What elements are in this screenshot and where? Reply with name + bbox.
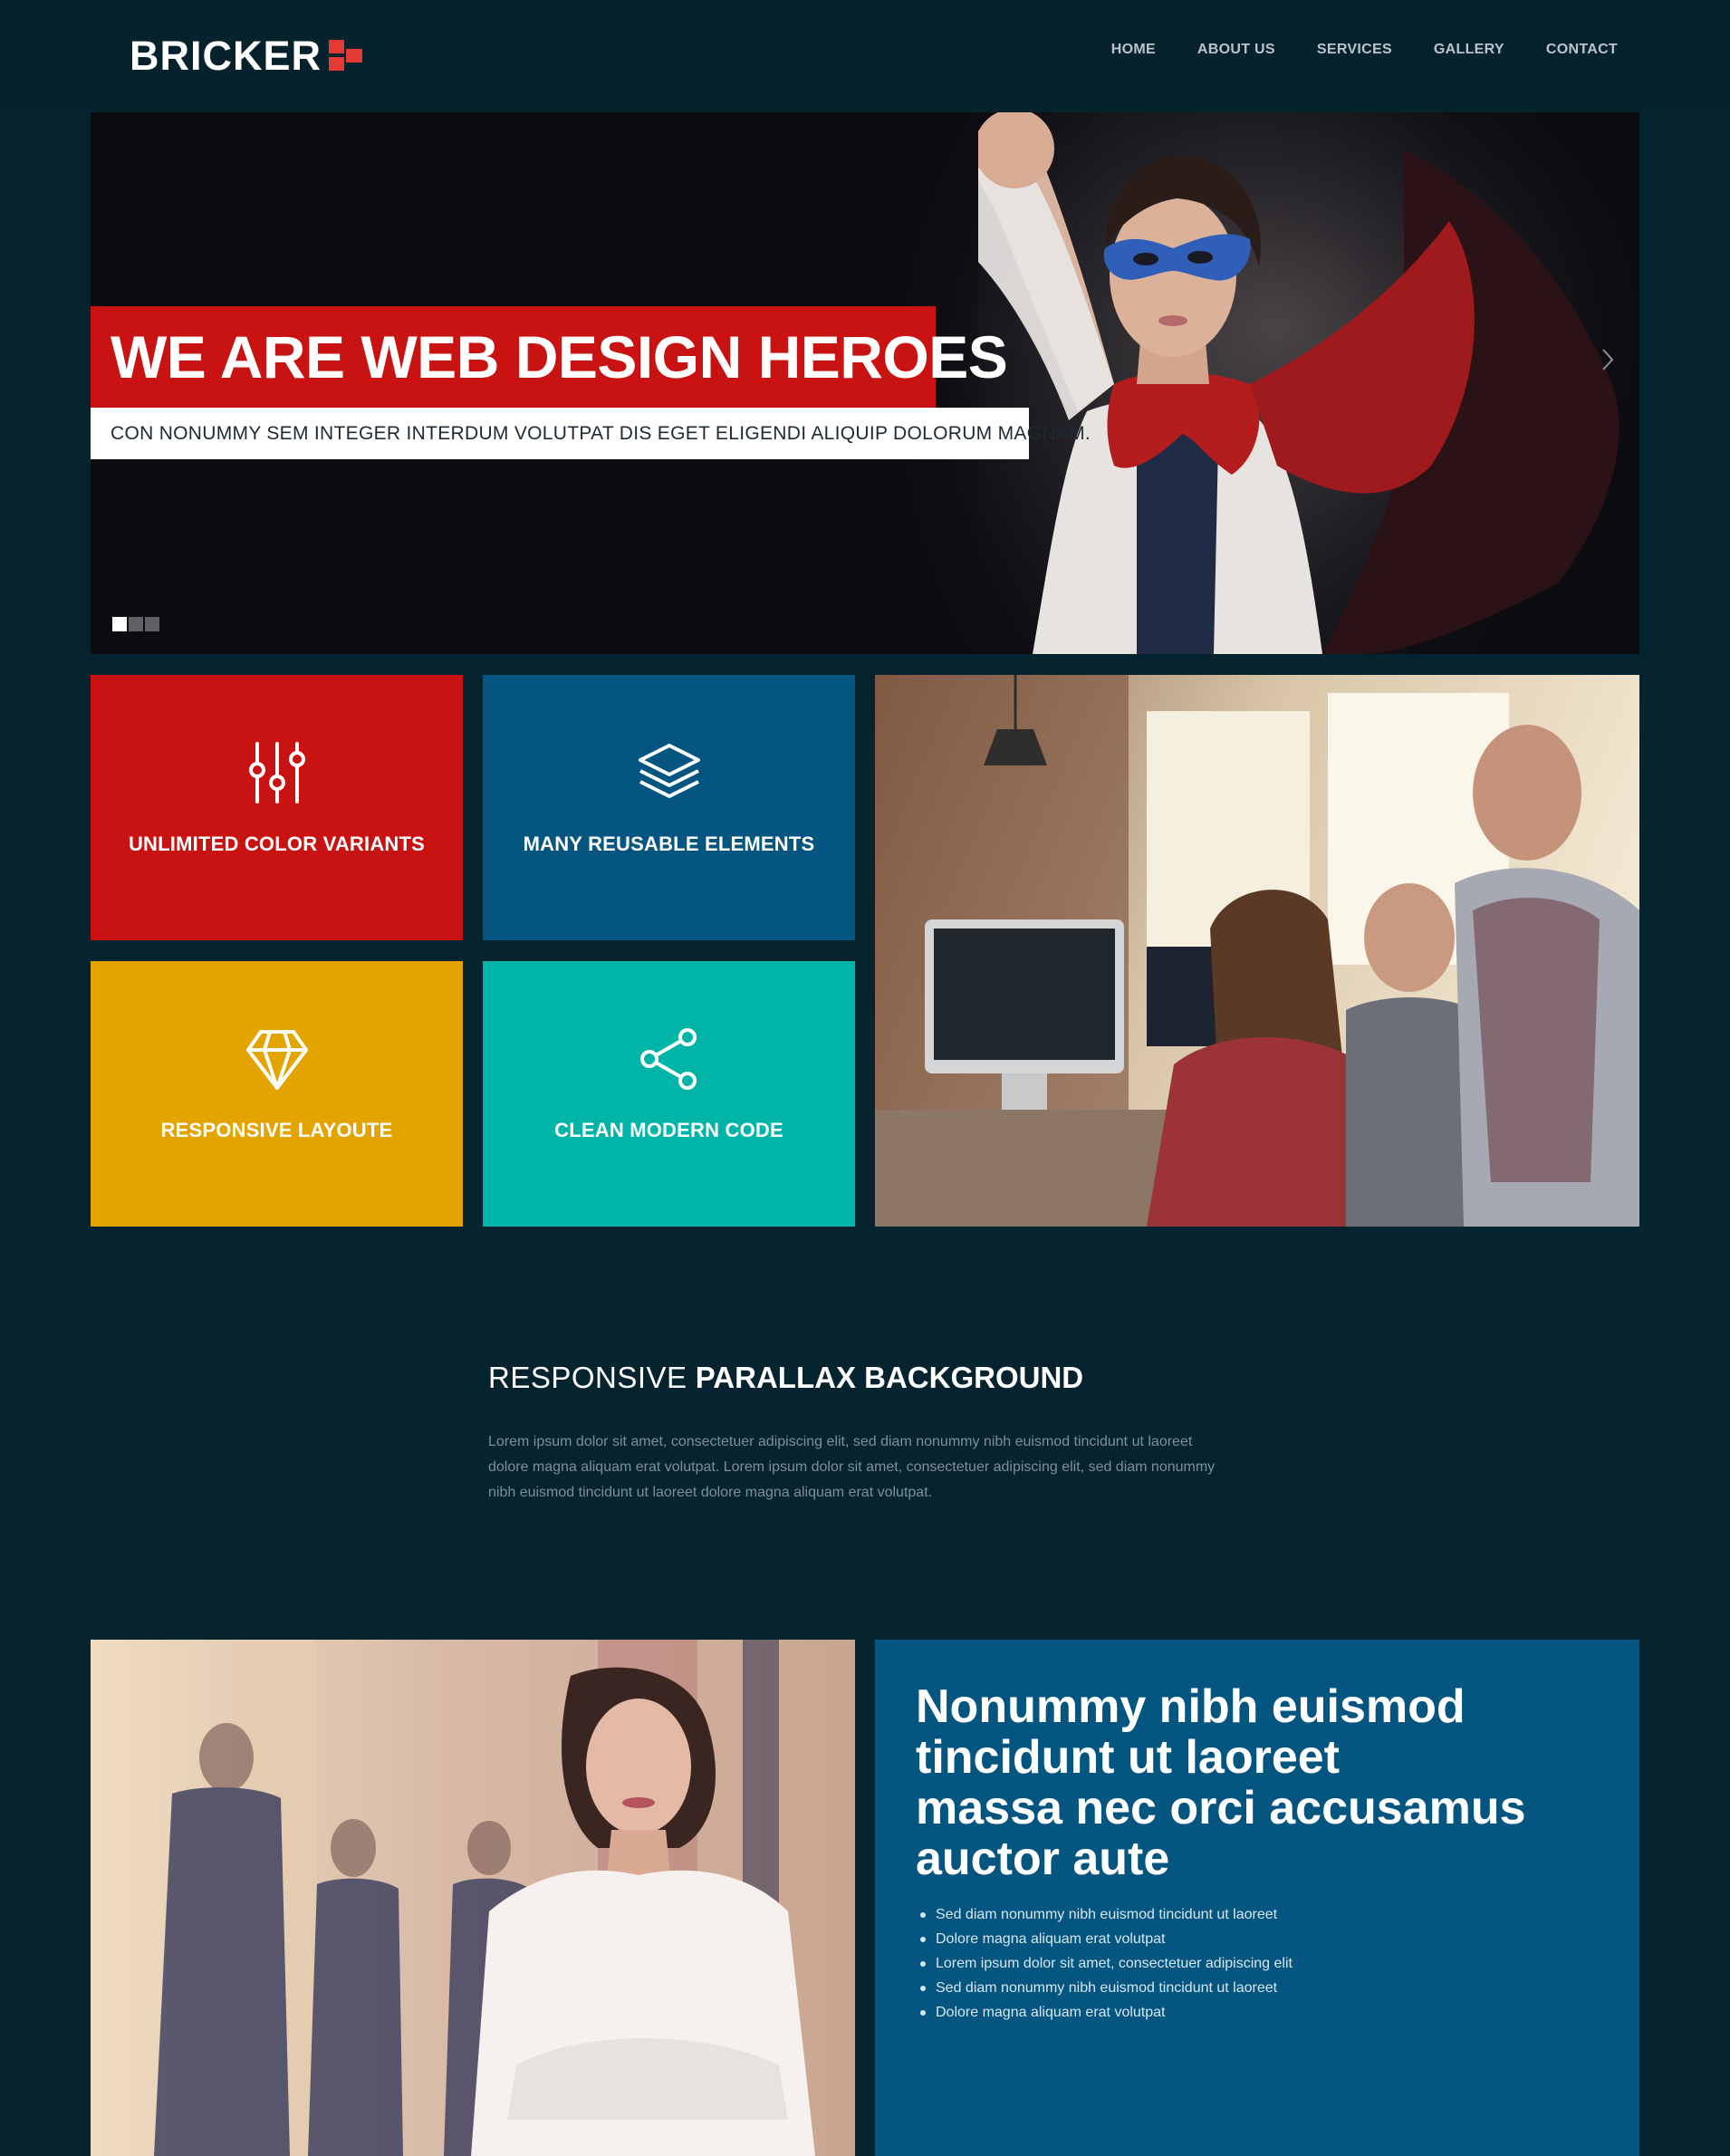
- site-header: BRICKER HOME ABOUT US SERVICES GALLERY C…: [0, 0, 1730, 111]
- hero-subtitle-box: CON NONUMMY SEM INTEGER INTERDUM VOLUTPA…: [91, 408, 1091, 459]
- info-panel: Nonummy nibh euismod tincidunt ut laoree…: [875, 1640, 1639, 2156]
- nav-home[interactable]: HOME: [1111, 42, 1156, 58]
- nav-services[interactable]: SERVICES: [1317, 42, 1392, 58]
- feature-label: RESPONSIVE LAYOUTE: [160, 1119, 393, 1141]
- info-bullet-list: Sed diam nonummy nibh euismod tincidunt …: [916, 1902, 1293, 2025]
- layers-icon: [638, 744, 700, 798]
- parallax-text: Lorem ipsum dolor sit amet, consectetuer…: [488, 1434, 1216, 1500]
- hero-title: WE ARE WEB DESIGN HEROES: [111, 323, 1008, 390]
- parallax-title-light: RESPONSIVE: [488, 1361, 687, 1394]
- feature-label: CLEAN MODERN CODE: [554, 1119, 783, 1141]
- hero-title-box: WE ARE WEB DESIGN HEROES: [91, 306, 1008, 408]
- feature-label: UNLIMITED COLOR VARIANTS: [128, 833, 426, 855]
- info-heading-line: Nonummy nibh euismod: [916, 1680, 1466, 1733]
- info-heading-line: tincidunt ut laoreet: [916, 1731, 1340, 1784]
- feature-tile-responsive-layout[interactable]: RESPONSIVE LAYOUTE: [91, 961, 463, 1227]
- info-heading-line: massa nec orci accusamus: [916, 1782, 1526, 1834]
- hero-slider: WE ARE WEB DESIGN HEROES CON NONUMMY SEM…: [91, 112, 1639, 654]
- nav-about-us[interactable]: ABOUT US: [1197, 42, 1275, 58]
- list-item: Lorem ipsum dolor sit amet, consectetuer…: [916, 1951, 1293, 1976]
- slider-pagination: [112, 617, 159, 631]
- slider-next-arrow-icon[interactable]: [1599, 346, 1617, 373]
- parallax-title-bold: PARALLAX BACKGROUND: [695, 1361, 1084, 1394]
- info-heading: Nonummy nibh euismod tincidunt ut laoree…: [916, 1681, 1604, 1884]
- logo-mark-icon: [329, 40, 365, 72]
- logo[interactable]: BRICKER: [130, 33, 365, 80]
- nav-contact[interactable]: CONTACT: [1546, 42, 1618, 58]
- feature-tile-reusable-elements[interactable]: MANY REUSABLE ELEMENTS: [483, 675, 855, 940]
- parallax-title: RESPONSIVE PARALLAX BACKGROUND: [488, 1361, 1083, 1395]
- feature-label: MANY REUSABLE ELEMENTS: [523, 833, 815, 855]
- diamond-icon: [245, 1030, 308, 1090]
- slider-dot-2[interactable]: [129, 617, 143, 631]
- list-item: Dolore magna aliquam erat volutpat: [916, 2000, 1293, 2025]
- hero-subtitle: CON NONUMMY SEM INTEGER INTERDUM VOLUTPA…: [111, 422, 1091, 444]
- feature-tile-clean-code[interactable]: CLEAN MODERN CODE: [483, 961, 855, 1227]
- feature-tile-color-variants[interactable]: UNLIMITED COLOR VARIANTS: [91, 675, 463, 940]
- logo-text: BRICKER: [130, 33, 322, 79]
- list-item: Dolore magna aliquam erat volutpat: [916, 1927, 1293, 1951]
- main-nav: HOME ABOUT US SERVICES GALLERY CONTACT: [1111, 42, 1618, 58]
- info-heading-line: auctor aute: [916, 1833, 1170, 1885]
- sliders-icon: [248, 742, 305, 804]
- share-icon: [639, 1028, 697, 1090]
- office-team-image: [875, 675, 1639, 1227]
- list-item: Sed diam nonummy nibh euismod tincidunt …: [916, 1902, 1293, 1927]
- hero-superhero-image: [978, 112, 1639, 654]
- slider-dot-1[interactable]: [112, 617, 127, 631]
- list-item: Sed diam nonummy nibh euismod tincidunt …: [916, 1976, 1293, 2000]
- nav-gallery[interactable]: GALLERY: [1434, 42, 1504, 58]
- slider-dot-3[interactable]: [145, 617, 159, 631]
- businesswoman-image: [91, 1640, 855, 2156]
